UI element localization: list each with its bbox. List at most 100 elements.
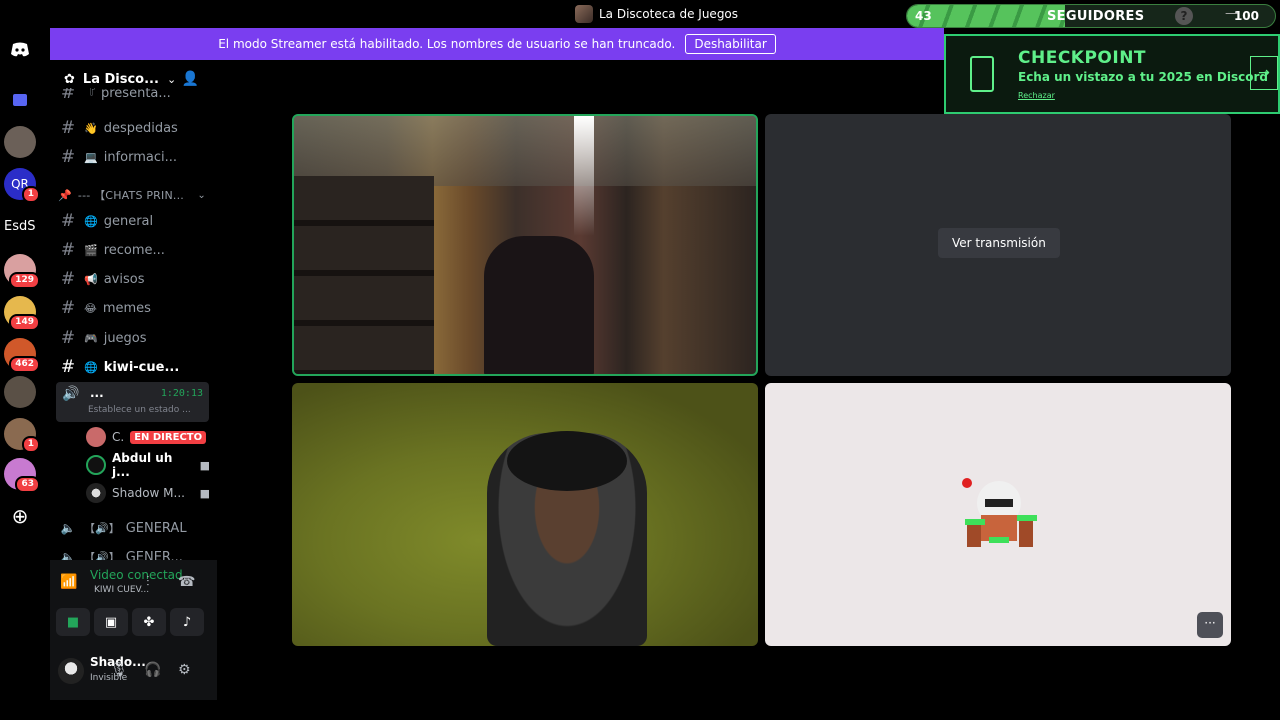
unread-badge: 63 [15, 476, 40, 493]
checkpoint-subtitle: Echa un vistazo a tu 2025 en Discord [1018, 70, 1268, 84]
channel-item[interactable]: # 🌐 general [58, 208, 210, 234]
followers-label: SEGUIDORES [1047, 9, 1145, 24]
channel-item[interactable]: # 📢 avisos [58, 266, 210, 292]
noise-suppression-icon[interactable]: ⫶ [146, 574, 150, 590]
channel-item[interactable]: # 👋 despedidas [58, 115, 210, 141]
live-badge: EN DIRECTO [130, 430, 207, 444]
chevron-down-icon: ⌄ [197, 189, 206, 201]
voice-user[interactable]: C. EN DIRECTO [86, 425, 210, 449]
hash-icon: # [60, 328, 76, 348]
avatar [86, 483, 106, 503]
avatar[interactable] [58, 658, 84, 684]
unread-badge: 149 [9, 314, 40, 331]
server-rail: QR 1 EsdS 129 149 462 1 63 ⊕ [0, 28, 40, 720]
channel-list: # 『presenta... # 👋 despedidas # 💻 informaci..… [50, 88, 217, 616]
folder-icon[interactable] [4, 84, 36, 116]
channel-item[interactable]: # 💻 informaci... [58, 144, 210, 170]
help-icon[interactable]: ? [1175, 7, 1193, 25]
server-icon[interactable]: 63 [4, 458, 40, 493]
followers-goal: 100 [1233, 9, 1259, 23]
headphones-icon[interactable]: 🎧 [144, 662, 161, 678]
category-header[interactable]: 📌 --- 【CHATS PRIN... ⌄ [58, 182, 210, 208]
avatar [86, 427, 106, 447]
camera-icon: ■ [199, 486, 210, 500]
unread-badge: 1 [21, 436, 40, 453]
activities-icon: ✤ [143, 614, 155, 630]
voice-connection-panel: 📶 Video conectad KIWI CUEV... ⫶ ☎ ■ ▣ ✤ … [50, 560, 217, 648]
channel-item[interactable]: # 😂 memes [58, 295, 210, 321]
followers-current: 43 [915, 9, 932, 23]
voice-user[interactable]: Shadow M... ■ [86, 481, 210, 505]
invite-member-icon[interactable]: 👤 [182, 71, 199, 87]
add-server-icon[interactable]: ⊕ [4, 500, 36, 532]
server-icon[interactable]: 149 [4, 296, 40, 331]
hash-icon: # [60, 269, 76, 289]
disable-streamer-mode-button[interactable]: Deshabilitar [685, 34, 776, 54]
video-tile-room[interactable] [292, 114, 758, 376]
followers-goal-widget: 43 SEGUIDORES ? — 100 [906, 4, 1276, 28]
pixel-avatar-sprite [962, 478, 1037, 547]
stream-tile[interactable]: Ver transmisión [765, 114, 1231, 376]
server-icon-qr[interactable]: QR 1 [4, 168, 40, 203]
hash-icon: # [60, 240, 76, 260]
hash-icon: # [60, 298, 76, 318]
server-icon[interactable] [4, 126, 36, 158]
speaker-icon: 🔊 [62, 386, 80, 402]
server-mini-icon [575, 5, 593, 23]
voice-channel-item[interactable]: 🔈 【🔊】 GENERAL [58, 515, 210, 541]
hash-icon: # [60, 211, 76, 231]
avatar-tile[interactable]: ··· [765, 383, 1231, 646]
video-tile-webcam[interactable] [292, 383, 758, 646]
channel-item[interactable]: # 『presenta... [58, 88, 210, 106]
voice-connected-title[interactable]: Video conectad [90, 568, 183, 582]
server-icon[interactable]: 462 [4, 338, 40, 373]
checkpoint-title: CHECKPOINT [1018, 48, 1147, 68]
microphone-icon[interactable]: 🎙 [110, 662, 128, 678]
screen-share-icon: ▣ [104, 614, 118, 630]
speaker-icon: 🔈 [60, 521, 76, 535]
channel-item[interactable]: # 🎬 recome... [58, 237, 210, 263]
hash-icon: # [60, 88, 76, 103]
server-icon[interactable] [4, 376, 36, 408]
hash-icon: # [60, 118, 76, 138]
watch-stream-button[interactable]: Ver transmisión [938, 228, 1060, 258]
signal-icon: 📶 [60, 574, 78, 590]
window-title: La Discoteca de Juegos [575, 5, 738, 23]
server-esds[interactable]: EsdS [4, 219, 36, 234]
server-icon[interactable]: 1 [4, 418, 40, 453]
discord-home-icon[interactable] [4, 34, 36, 66]
arrow-right-icon[interactable]: → [1250, 56, 1278, 90]
avatar [86, 455, 106, 475]
activities-button[interactable]: ✤ [132, 608, 166, 636]
checkpoint-icon [970, 56, 994, 92]
gear-icon[interactable]: ⚙ [178, 662, 191, 678]
server-name: La Disco... [82, 71, 159, 87]
screen-share-button[interactable]: ▣ [94, 608, 128, 636]
checkpoint-dismiss-link[interactable]: Rechazar [1018, 91, 1055, 100]
unread-badge: 462 [9, 356, 40, 373]
voice-channel-active[interactable]: 🔊 ... 1:20:13 Establece un estado ... [56, 382, 209, 422]
checkpoint-card[interactable]: CHECKPOINT Echa un vistazo a tu 2025 en … [944, 34, 1280, 114]
unread-badge: 1 [21, 186, 40, 203]
more-options-button[interactable]: ··· [1197, 612, 1223, 638]
set-status-hint[interactable]: Establece un estado ... [88, 405, 191, 415]
disconnect-icon[interactable]: ☎ [178, 574, 195, 590]
voice-connected-channel[interactable]: KIWI CUEV... [94, 585, 149, 595]
user-panel: Shado... Invisible 🎙 🎧 ⚙ [50, 648, 217, 700]
pin-icon: 📌 [58, 188, 72, 202]
voice-timer: 1:20:13 [160, 388, 203, 399]
camera-toggle-button[interactable]: ■ [56, 608, 90, 636]
channel-item-active[interactable]: # 🌐 kiwi-cue... [58, 354, 210, 380]
server-boost-icon: ✿ [64, 71, 75, 87]
streamer-mode-message: El modo Streamer está habilitado. Los no… [218, 37, 676, 51]
channel-item[interactable]: # 🎮 juegos [58, 325, 210, 351]
soundboard-button[interactable]: ♪ [170, 608, 204, 636]
unread-badge: 129 [9, 272, 40, 289]
window-title-text: La Discoteca de Juegos [599, 7, 739, 21]
voice-channel-name: ... [90, 386, 104, 400]
channel-sidebar: ✿ La Disco... ⌄ 👤 # 『presenta... # 👋 desped… [50, 60, 217, 700]
soundboard-icon: ♪ [182, 614, 192, 630]
voice-user[interactable]: Abdul uh j... ■ [86, 451, 210, 479]
server-icon[interactable]: 129 [4, 254, 40, 289]
hash-icon: # [60, 357, 76, 377]
